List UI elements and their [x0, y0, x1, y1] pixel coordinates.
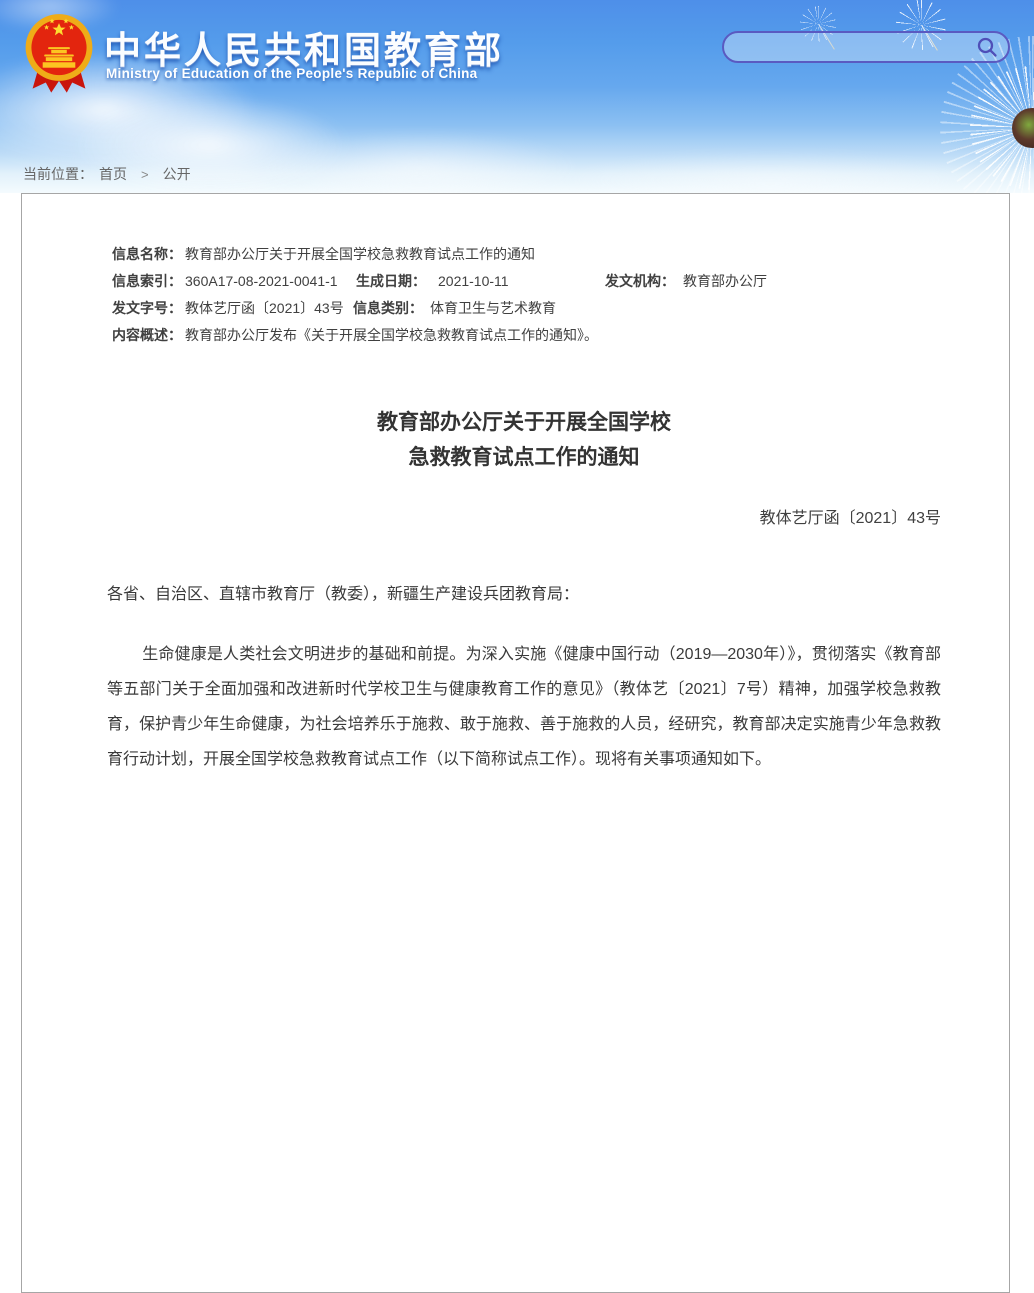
- meta-summary-value: 教育部办公厅发布《关于开展全国学校急救教育试点工作的通知》。: [185, 327, 598, 343]
- document-body: 教育部办公厅关于开展全国学校 急救教育试点工作的通知 教体艺厅函〔2021〕43…: [22, 405, 1009, 777]
- meta-type-value: 体育卫生与艺术教育: [430, 300, 556, 316]
- search-input[interactable]: [724, 33, 976, 61]
- document-salutation: 各省、自治区、直辖市教育厅（教委），新疆生产建设兵团教育局：: [107, 586, 580, 603]
- national-emblem-icon: [25, 14, 93, 93]
- meta-index-value: 360A17-08-2021-0041-1: [185, 273, 338, 289]
- meta-index-label: 信息索引：: [112, 273, 182, 289]
- meta-type-label: 信息类别：: [353, 300, 423, 316]
- site-subtitle: Ministry of Education of the People's Re…: [106, 66, 478, 81]
- meta-docno-label: 发文字号：: [112, 300, 182, 316]
- document-number: 教体艺厅函〔2021〕43号: [759, 510, 941, 527]
- search-box: [722, 31, 1010, 63]
- breadcrumb-home-link[interactable]: 首页: [99, 164, 127, 184]
- document-panel: 信息名称： 教育部办公厅关于开展全国学校急救教育试点工作的通知 信息索引： 36…: [21, 193, 1010, 1293]
- meta-org-label: 发文机构：: [605, 273, 675, 289]
- meta-date-label: 生成日期：: [356, 273, 426, 289]
- breadcrumb: 当前位置： 首页 > 公开: [23, 164, 191, 184]
- search-icon: [977, 37, 997, 57]
- search-button[interactable]: [976, 36, 1008, 58]
- document-paragraph: 生命健康是人类社会文明进步的基础和前提。为深入实施《健康中国行动（2019—20…: [107, 646, 941, 768]
- document-title-line2: 急救教育试点工作的通知: [408, 446, 640, 469]
- document-title-line1: 教育部办公厅关于开展全国学校: [377, 411, 671, 434]
- breadcrumb-separator: >: [141, 166, 149, 182]
- dandelion-icon: [940, 36, 1034, 193]
- meta-row-summary: 内容概述： 教育部办公厅发布《关于开展全国学校急救教育试点工作的通知》。: [112, 322, 941, 349]
- meta-name-value: 教育部办公厅关于开展全国学校急救教育试点工作的通知: [185, 246, 535, 262]
- meta-row-docno-type: 发文字号： 教体艺厅函〔2021〕43号 信息类别： 体育卫生与艺术教育: [112, 295, 941, 322]
- meta-org-value: 教育部办公厅: [683, 273, 767, 289]
- breadcrumb-current-link[interactable]: 公开: [163, 164, 191, 184]
- site-header: 中华人民共和国教育部 Ministry of Education of the …: [0, 0, 1034, 193]
- meta-row-index-date-org: 信息索引： 360A17-08-2021-0041-1 生成日期： 2021-1…: [112, 268, 941, 295]
- meta-date-value: 2021-10-11: [438, 273, 509, 289]
- meta-summary-label: 内容概述：: [112, 327, 182, 343]
- breadcrumb-location-label: 当前位置：: [23, 166, 93, 182]
- cloud-decoration: [560, 150, 980, 193]
- document-title: 教育部办公厅关于开展全国学校 急救教育试点工作的通知: [107, 405, 941, 475]
- meta-docno-value: 教体艺厅函〔2021〕43号: [185, 300, 344, 316]
- meta-row-name: 信息名称： 教育部办公厅关于开展全国学校急救教育试点工作的通知: [112, 241, 941, 268]
- document-meta: 信息名称： 教育部办公厅关于开展全国学校急救教育试点工作的通知 信息索引： 36…: [22, 194, 1009, 349]
- meta-name-label: 信息名称：: [112, 246, 182, 262]
